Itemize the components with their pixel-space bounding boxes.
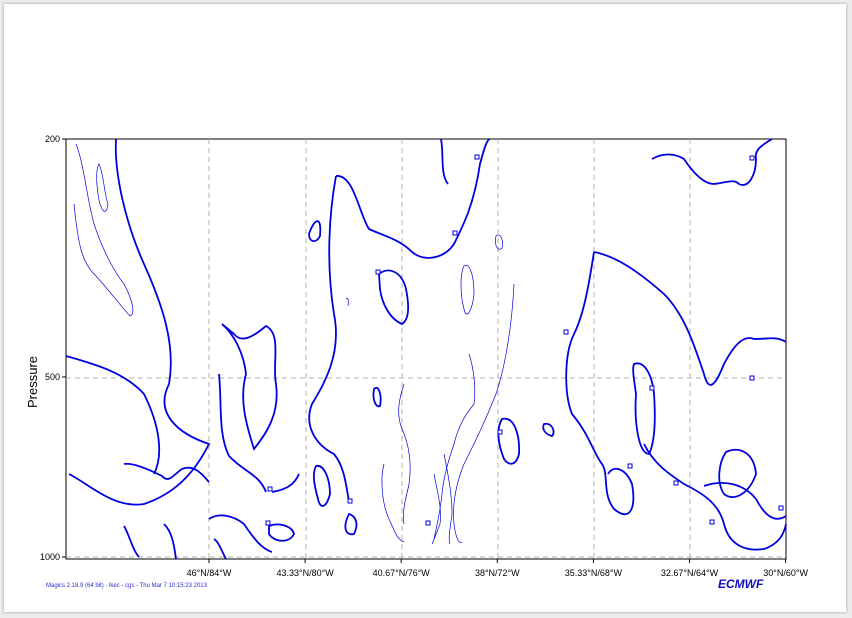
x-axis-ticks: 46°N/84°W 43.33°N/80°W 40.67°N/76°W 38°N/72… bbox=[187, 559, 808, 578]
x-tick-label: 30°N/60°W bbox=[763, 568, 808, 578]
plot-page: 200 500 1000 46°N/84°W 43.33°N/80°W 40.67°N/… bbox=[4, 4, 846, 612]
x-tick-label: 46°N/84°W bbox=[187, 568, 232, 578]
ecmwf-logo: ECMWF bbox=[718, 577, 764, 591]
y-tick-label: 200 bbox=[45, 134, 60, 144]
x-tick-label: 43.33°N/80°W bbox=[276, 568, 334, 578]
y-axis-ticks: 200 500 1000 bbox=[40, 134, 66, 562]
footer-credit: Magics 2.18.9 (64 bit) - lkec - cgs - Th… bbox=[46, 583, 208, 589]
y-tick-label: 1000 bbox=[40, 552, 60, 562]
x-tick-label: 38°N/72°W bbox=[475, 568, 520, 578]
plot-frame bbox=[65, 138, 787, 560]
x-tick-label: 35.33°N/68°W bbox=[565, 568, 623, 578]
x-tick-label: 40.67°N/76°W bbox=[373, 568, 431, 578]
cross-section-chart: 200 500 1000 46°N/84°W 43.33°N/80°W 40.67°N/… bbox=[25, 134, 808, 591]
x-tick-label: 32.67°N/64°W bbox=[661, 568, 719, 578]
y-axis-title: Pressure bbox=[25, 356, 40, 408]
y-tick-label: 500 bbox=[45, 372, 60, 382]
